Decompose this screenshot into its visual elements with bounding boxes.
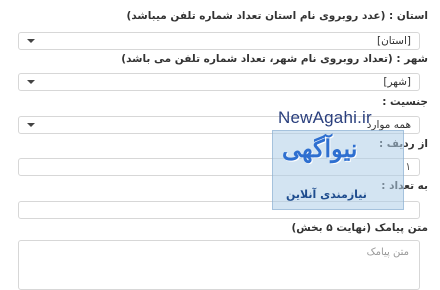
province-label: استان : (عدد روبروی نام استان تعداد شمار… [126, 10, 428, 22]
sms-placeholder: متن پیامک [366, 247, 409, 258]
watermark-tagline: نیازمندی آنلاین [286, 188, 367, 201]
gender-label: جنسیت : [382, 96, 428, 108]
watermark-logo: نیوآگهی [282, 134, 358, 163]
province-select[interactable]: [استان] [18, 32, 420, 50]
city-selected-value: [شهر] [383, 76, 411, 88]
chevron-down-icon [27, 123, 35, 127]
province-selected-value: [استان] [377, 35, 411, 47]
from-row-value: ۱ [405, 161, 411, 173]
chevron-down-icon [27, 39, 35, 43]
city-label: شهر : (تعداد روبروی نام شهر، تعداد شماره… [121, 53, 428, 65]
chevron-down-icon [27, 80, 35, 84]
watermark-site: NewAgahi.ir [278, 108, 372, 127]
sms-textarea[interactable]: متن پیامک [18, 240, 420, 290]
city-select[interactable]: [شهر] [18, 73, 420, 91]
sms-label: متن پیامک (نهایت ۵ بخش) [291, 222, 428, 234]
